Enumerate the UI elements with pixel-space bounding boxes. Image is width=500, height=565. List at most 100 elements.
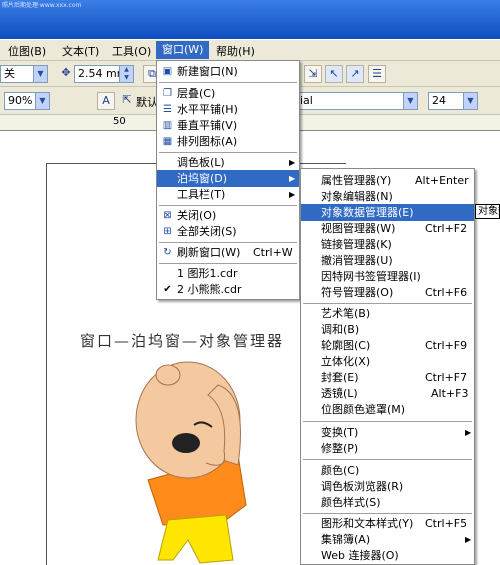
shortcut-label: Ctrl+F7 [425,371,468,384]
menu-bar: 位图(B) 文本(T) 工具(O) 窗口(W) 帮助(H) [0,40,500,61]
chevron-down-icon: ▼ [33,66,47,82]
menu-item-close[interactable]: ⊠ 关闭(O) [157,207,299,224]
menu-item-bitmap-color-mask[interactable]: 位图颜色遮罩(M) [301,401,474,418]
chevron-down-icon: ▼ [403,93,417,109]
new-window-icon: ▣ [162,66,173,77]
divider [159,152,297,153]
nudge-icon: ✥ [61,66,71,79]
menu-item-color[interactable]: 颜色(C) [301,462,474,479]
menu-item-envelope[interactable]: 封套(E) Ctrl+F7 [301,369,474,386]
ruler-tick-50: 50 [113,116,126,127]
submenu-arrow-icon: ▶ [465,428,472,437]
divider [303,421,472,422]
menu-item-web-connector[interactable]: Web 连接器(O) [301,547,474,564]
menu-bitmap[interactable]: 位图(B) [8,43,46,59]
divider [159,263,297,264]
bear-illustration [135,361,247,564]
menu-item-object-editor[interactable]: 对象编辑器(N) [301,188,474,205]
edit-icon[interactable]: ↗ [346,65,364,83]
menu-item-dockers[interactable]: 泊坞窗(D) ▶ [157,170,299,187]
caption-text: 窗口—泊坞窗—对象管理器 [80,332,285,350]
style-label: 默认 [136,96,158,109]
menu-window[interactable]: 窗口(W) [156,41,210,59]
menu-item-shaping[interactable]: 修整(P) [301,440,474,457]
menu-item-recent-file-1[interactable]: 1 图形1.cdr [157,265,299,282]
menu-item-blend[interactable]: 调和(B) [301,321,474,338]
zoom-value: 90% [8,94,33,107]
submenu-arrow-icon: ▶ [289,190,296,199]
menu-item-color-styles[interactable]: 颜色样式(S) [301,494,474,511]
divider [303,459,472,460]
menu-item-tile-vertical[interactable]: ▥ 垂直平铺(V) [157,117,299,134]
menu-item-arrange-icons[interactable]: ▦ 排列图标(A) [157,133,299,150]
check-icon: ✔ [163,284,172,295]
menu-item-contour[interactable]: 轮廓图(C) Ctrl+F9 [301,337,474,354]
divider [303,303,472,304]
window-menu: ▣ 新建窗口(N) ❐ 层叠(C) ☰ 水平平铺(H) ▥ 垂直平铺(V) ▦ … [156,60,300,300]
chevron-down-icon: ▼ [35,93,49,109]
nudge-input[interactable]: 2.54 mm ▲ ▼ [74,65,134,83]
zoom-combo[interactable]: 90% ▼ [4,92,50,110]
menu-item-view-manager[interactable]: 视图管理器(W) Ctrl+F2 [301,220,474,237]
divider [159,205,297,206]
divider [303,513,472,514]
close-icon: ⊠ [163,210,172,221]
divider [159,242,297,243]
menu-help[interactable]: 帮助(H) [216,43,255,59]
dockers-submenu: 属性管理器(Y) Alt+Enter 对象编辑器(N) 对象数据管理器(E) 视… [300,168,475,565]
menu-item-palette-browser[interactable]: 调色板浏览器(R) [301,478,474,495]
menu-item-extrude[interactable]: 立体化(X) [301,353,474,370]
menu-item-graphic-text-styles[interactable]: 图形和文本样式(Y) Ctrl+F5 [301,515,474,532]
tile-vertical-icon: ▥ [162,120,173,131]
menu-item-transform[interactable]: 变换(T) ▶ [301,424,474,441]
snap-icon[interactable]: ⇲ [304,65,322,83]
menu-item-close-all[interactable]: ⊞ 全部关闭(S) [157,223,299,240]
menu-item-lens[interactable]: 透镜(L) Alt+F3 [301,385,474,402]
menu-item-property-manager[interactable]: 属性管理器(Y) Alt+Enter [301,172,474,189]
cascade-icon: ❐ [163,88,172,99]
menu-item-scrapbook[interactable]: 集锦簿(A) ▶ [301,531,474,548]
refresh-icon: ↻ [163,247,172,258]
shortcut-label: Alt+Enter [415,174,469,187]
watermark: 照片后期处理·www.xxx.com [2,2,82,9]
divider [159,82,297,83]
menu-tools[interactable]: 工具(O) [112,43,151,59]
menu-item-undo-manager[interactable]: 撤消管理器(U) [301,252,474,269]
tooltip-flyout: 对象数 [475,204,500,219]
menu-item-tile-horizontal[interactable]: ☰ 水平平铺(H) [157,101,299,118]
menu-item-symbol-manager[interactable]: 符号管理器(O) Ctrl+F6 [301,284,474,301]
submenu-arrow-icon: ▶ [465,535,472,544]
title-bar: 照片后期处理·www.xxx.com [0,0,500,39]
menu-item-bookmark-manager[interactable]: 因特网书签管理器(I) [301,268,474,285]
close-all-icon: ⊞ [163,226,172,237]
menu-item-object-data-manager[interactable]: 对象数据管理器(E) [301,204,474,221]
shortcut-label: Ctrl+W [253,246,293,259]
menu-item-toolbars[interactable]: 工具栏(T) ▶ [157,186,299,203]
menu-item-refresh-window[interactable]: ↻ 刷新窗口(W) Ctrl+W [157,244,299,261]
menu-item-recent-file-2[interactable]: ✔ 2 小熊熊.cdr [157,281,299,298]
menu-item-artistic-media[interactable]: 艺术笔(B) [301,305,474,322]
font-combo[interactable]: ial ▼ [296,92,418,110]
tile-horizontal-icon: ☰ [163,104,172,115]
menu-text[interactable]: 文本(T) [62,43,99,59]
menu-item-new-window[interactable]: ▣ 新建窗口(N) [157,63,299,80]
font-size-combo[interactable]: 24 ▼ [428,92,478,110]
shortcut-label: Ctrl+F2 [425,222,468,235]
select-icon[interactable]: ↖ [325,65,343,83]
shortcut-label: Ctrl+F6 [425,286,468,299]
text-style-icon: ⇱ [122,93,132,106]
text-tool-icon[interactable]: A [97,92,115,110]
units-value: 关 [4,67,15,80]
list-icon[interactable]: ☰ [368,65,386,83]
shortcut-label: Ctrl+F5 [425,517,468,530]
submenu-arrow-icon: ▶ [289,158,296,167]
menu-item-link-manager[interactable]: 链接管理器(K) [301,236,474,253]
chevron-down-icon: ▼ [463,93,477,109]
menu-item-cascade[interactable]: ❐ 层叠(C) [157,85,299,102]
units-combo[interactable]: 关 ▼ [0,65,48,83]
arrange-icons-icon: ▦ [162,136,173,147]
menu-item-palette[interactable]: 调色板(L) ▶ [157,154,299,171]
spinner-icon[interactable]: ▲ ▼ [119,66,133,82]
submenu-arrow-icon: ▶ [289,174,296,183]
font-value: ial [300,94,313,107]
